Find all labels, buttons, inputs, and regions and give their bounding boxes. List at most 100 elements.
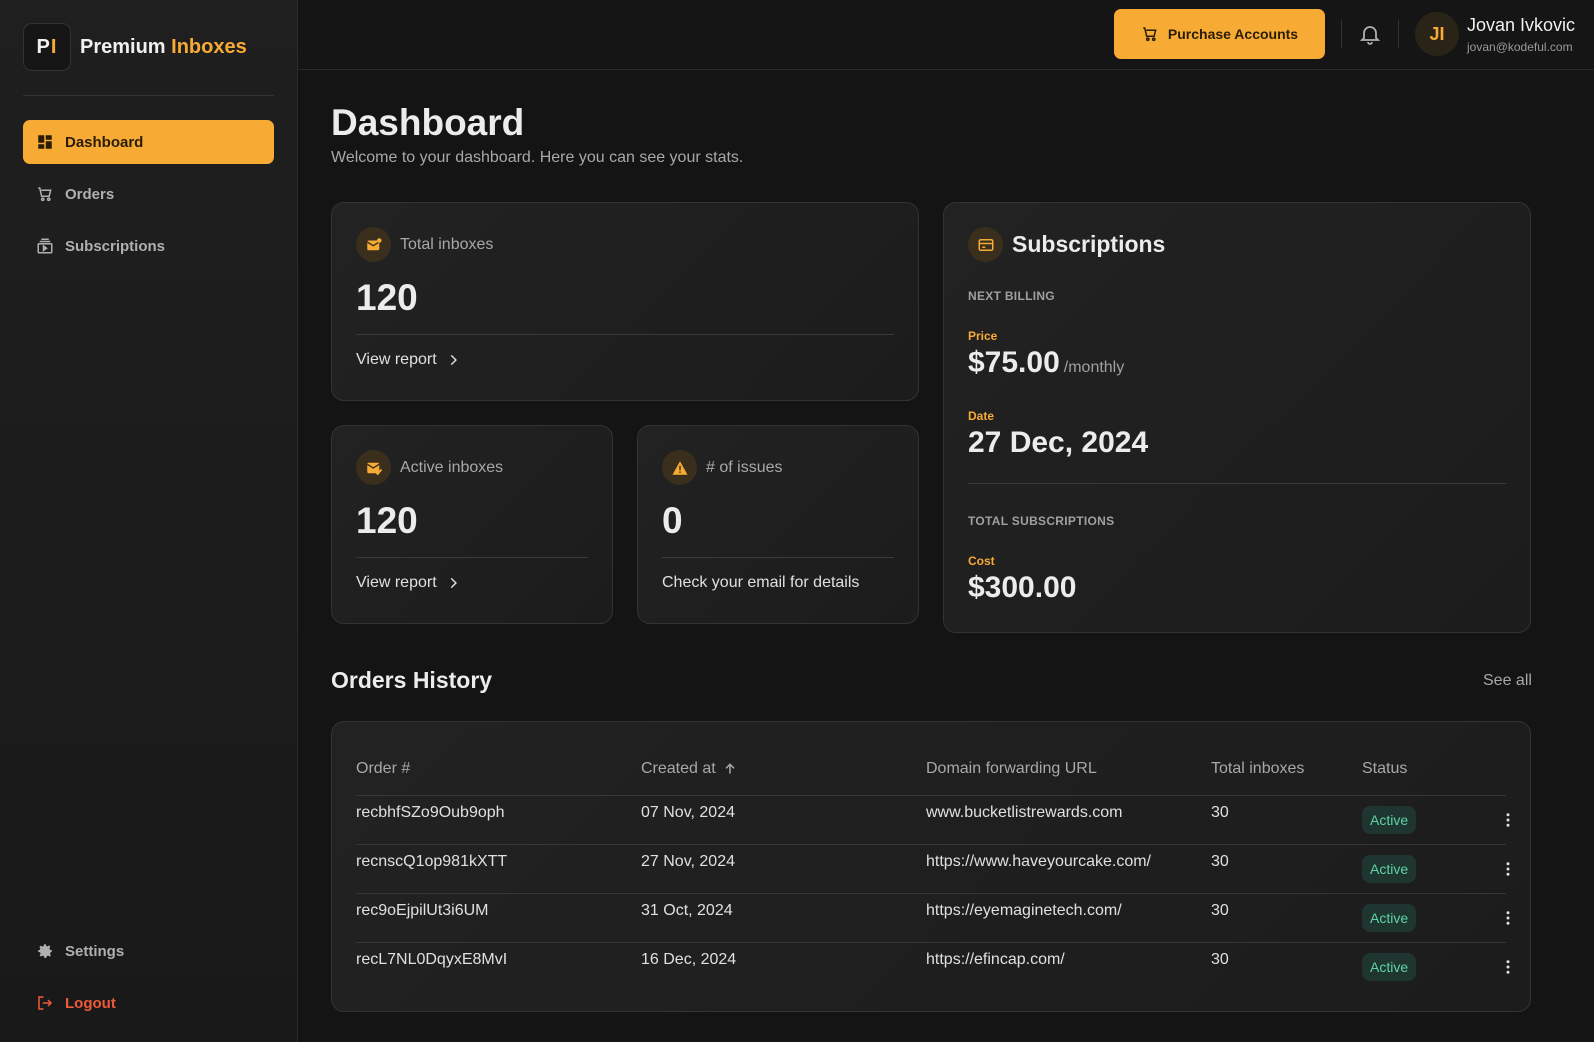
order-domain: www.bucketlistrewards.com — [926, 804, 1123, 821]
order-domain: https://efincap.com/ — [926, 951, 1065, 968]
next-billing-label: NEXT BILLING — [968, 289, 1055, 303]
column-header-order[interactable]: Order # — [356, 760, 410, 778]
sidebar-item-orders[interactable]: Orders — [23, 172, 274, 216]
issues-note: Check your email for details — [662, 574, 859, 592]
orders-table: Order # Created at Domain forwarding URL… — [331, 721, 1531, 1012]
user-name: Jovan Ivkovic — [1467, 15, 1576, 35]
purchase-accounts-button[interactable]: Purchase Accounts — [1114, 9, 1325, 59]
column-header-label: Status — [1362, 760, 1408, 777]
brand[interactable]: PI Premium Inboxes — [23, 23, 247, 71]
mail-icon — [366, 237, 381, 250]
view-report-link[interactable]: View report — [356, 351, 460, 369]
view-report-label: View report — [356, 574, 437, 591]
status-badge: Active — [1362, 953, 1417, 981]
order-inboxes: 30 — [1211, 804, 1229, 821]
divider — [662, 557, 894, 558]
icon-badge — [356, 450, 391, 485]
stat-label: Total inboxes — [400, 235, 494, 253]
brand-name-second: Inboxes — [171, 35, 247, 58]
order-inboxes: 30 — [1211, 853, 1229, 870]
sidebar-item-dashboard[interactable]: Dashboard — [23, 120, 274, 164]
column-header-domain[interactable]: Domain forwarding URL — [926, 760, 1097, 778]
column-header-label: Domain forwarding URL — [926, 760, 1097, 777]
column-header-inboxes[interactable]: Total inboxes — [1211, 760, 1304, 778]
order-id: recbhfSZo9Oub9oph — [356, 804, 505, 821]
chevron-right-icon — [450, 354, 457, 366]
chevron-right-icon — [450, 577, 457, 589]
credit-card-icon — [978, 238, 993, 251]
total-inboxes-card: Total inboxes 120 View report — [331, 202, 919, 401]
view-report-link[interactable]: View report — [356, 574, 460, 592]
sidebar-item-label: Settings — [65, 942, 125, 960]
subscriptions-header: Subscriptions — [968, 227, 1165, 262]
column-header-label: Order # — [356, 760, 411, 777]
price-label: Price — [968, 329, 998, 343]
divider — [968, 483, 1506, 484]
subscriptions-title: Subscriptions — [1012, 231, 1166, 257]
date-value: 27 Dec, 2024 — [968, 426, 1149, 459]
cost-label: Cost — [968, 554, 995, 568]
sidebar-item-label: Logout — [65, 994, 116, 1012]
row-divider — [356, 844, 1506, 845]
sidebar-nav: Dashboard Orders Subscriptions — [23, 120, 274, 276]
more-vertical-icon[interactable] — [1499, 909, 1517, 927]
price-unit: /monthly — [1063, 359, 1125, 376]
brand-name: Premium Inboxes — [80, 36, 247, 59]
issues-header: # of issues — [662, 450, 782, 485]
dashboard-icon — [38, 135, 52, 149]
order-id: recL7NL0DqyxE8MvI — [356, 951, 508, 968]
cart-icon — [1143, 27, 1157, 42]
sidebar-item-label: Dashboard — [65, 133, 144, 151]
brand-name-first: Premium — [80, 35, 166, 58]
order-id: rec9oEjpilUt3i6UM — [356, 902, 489, 919]
column-header-status[interactable]: Status — [1362, 760, 1407, 778]
sidebar-divider — [23, 95, 274, 96]
sidebar-item-logout[interactable]: Logout — [23, 981, 274, 1025]
brand-logo-letter: P — [36, 35, 51, 58]
logout-icon — [38, 996, 53, 1010]
stat-value: 120 — [356, 277, 418, 318]
sidebar-bottom-nav: Settings Logout — [23, 929, 274, 1033]
price-amount: $75.00 — [968, 346, 1060, 379]
icon-badge — [662, 450, 697, 485]
page-subtitle: Welcome to your dashboard. Here you can … — [331, 149, 744, 166]
status-badge: Active — [1362, 806, 1417, 834]
icon-badge — [356, 227, 391, 262]
stat-value: 0 — [662, 500, 683, 541]
purchase-accounts-label: Purchase Accounts — [1167, 26, 1299, 42]
price-value: $75.00/monthly — [968, 346, 1124, 380]
icon-badge — [968, 227, 1003, 262]
total-subscriptions-label: TOTAL SUBSCRIPTIONS — [968, 514, 1115, 528]
sidebar-item-label: Subscriptions — [65, 237, 166, 255]
order-domain: https://eyemaginetech.com/ — [926, 902, 1122, 919]
order-created: 07 Nov, 2024 — [641, 804, 735, 821]
active-inboxes-header: Active inboxes — [356, 450, 503, 485]
issues-card: # of issues 0 Check your email for detai… — [637, 425, 919, 624]
cost-value: $300.00 — [968, 571, 1077, 604]
mail-check-icon — [366, 462, 382, 475]
divider — [356, 557, 588, 558]
order-domain: https://www.haveyourcake.com/ — [926, 853, 1151, 870]
sidebar-item-subscriptions[interactable]: Subscriptions — [23, 224, 274, 268]
stat-value: 120 — [356, 500, 418, 541]
row-divider — [356, 893, 1506, 894]
view-report-label: View report — [356, 351, 437, 368]
divider — [356, 334, 894, 335]
bell-icon[interactable] — [1358, 22, 1382, 46]
page-title: Dashboard — [331, 102, 525, 143]
more-vertical-icon[interactable] — [1499, 860, 1517, 878]
avatar[interactable]: JI — [1415, 12, 1459, 56]
column-header-label: Created at — [641, 760, 716, 777]
more-vertical-icon[interactable] — [1499, 811, 1517, 829]
column-header-created[interactable]: Created at — [641, 760, 737, 778]
order-created: 16 Dec, 2024 — [641, 951, 737, 968]
more-vertical-icon[interactable] — [1499, 958, 1517, 976]
issues-note-label: Check your email for details — [662, 574, 860, 591]
orders-history-title: Orders History — [331, 667, 493, 693]
arrow-up-icon — [725, 763, 735, 774]
see-all-link[interactable]: See all — [1483, 672, 1532, 690]
sidebar-item-label: Orders — [65, 185, 115, 203]
date-label: Date — [968, 409, 995, 423]
sidebar-item-settings[interactable]: Settings — [23, 929, 274, 973]
order-id: recnscQ1op981kXTT — [356, 853, 508, 870]
